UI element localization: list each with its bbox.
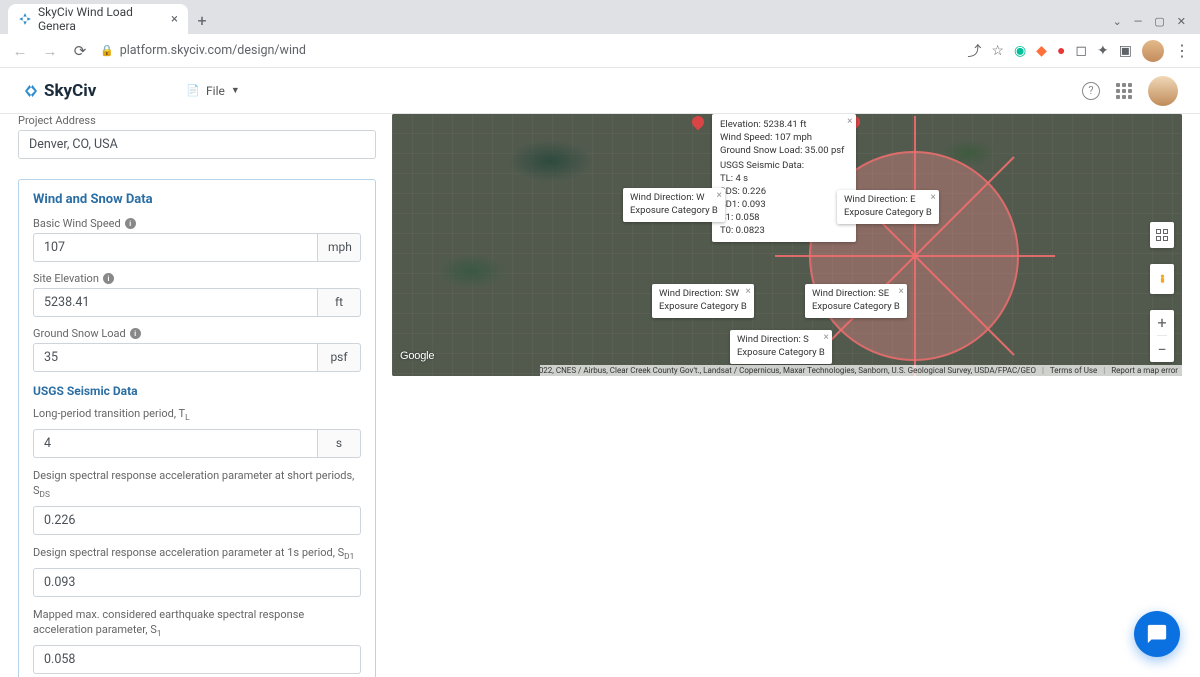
info-icon[interactable]: i xyxy=(103,273,114,284)
extension-orange-icon[interactable]: ◆ xyxy=(1036,43,1047,59)
sds-label: Design spectral response acceleration pa… xyxy=(33,468,361,502)
close-icon[interactable]: × xyxy=(847,115,852,129)
chevron-down-icon[interactable]: ⌄ xyxy=(1113,15,1122,28)
wind-speed-label: Basic Wind Speed xyxy=(33,217,121,230)
tl-label: Long-period transition period, TL xyxy=(33,406,361,425)
help-icon[interactable]: ? xyxy=(1082,82,1100,100)
address-bar[interactable]: 🔒 platform.skyciv.com/design/wind xyxy=(100,43,957,58)
project-address-input[interactable] xyxy=(18,130,376,159)
skyciv-favicon xyxy=(18,12,32,26)
google-logo: Google xyxy=(400,350,434,362)
map-type-toggle[interactable] xyxy=(1150,222,1174,248)
extension-gray-icon[interactable]: ◻ xyxy=(1075,43,1087,59)
browser-toolbar: ← → ⟳ 🔒 platform.skyciv.com/design/wind … xyxy=(0,34,1200,68)
minimize-icon[interactable]: — xyxy=(1134,15,1143,28)
maximize-icon[interactable]: ▢ xyxy=(1154,15,1164,28)
form-panel: Project Address Wind and Snow Data Basic… xyxy=(18,114,376,665)
close-icon[interactable]: × xyxy=(899,285,904,299)
s1-input[interactable] xyxy=(33,645,361,674)
panel-icon[interactable]: ▣ xyxy=(1119,43,1132,59)
browser-tab[interactable]: SkyCiv Wind Load Genera × xyxy=(8,4,188,34)
reload-button[interactable]: ⟳ xyxy=(70,42,90,60)
file-menu[interactable]: 📄 File ▼ xyxy=(186,84,239,98)
wind-snow-card: Wind and Snow Data Basic Wind Speed i mp… xyxy=(18,179,376,677)
report-map-error-link[interactable]: Report a map error xyxy=(1111,366,1178,375)
close-window-icon[interactable]: ✕ xyxy=(1177,15,1186,28)
file-label: File xyxy=(206,84,225,98)
wind-s-tooltip: × Wind Direction: SExposure Category B xyxy=(730,330,832,364)
wind-speed-input[interactable] xyxy=(33,233,317,262)
back-button[interactable]: ← xyxy=(10,42,30,60)
wind-speed-unit: mph xyxy=(317,233,361,262)
wind-e-tooltip: × Wind Direction: EExposure Category B xyxy=(837,190,939,224)
map-attribution: Keyboard shortcuts | Imagery ©2022, CNES… xyxy=(540,365,1182,376)
new-tab-button[interactable]: + xyxy=(188,6,216,34)
project-address-label: Project Address xyxy=(18,114,376,127)
site-data-tooltip: × Elevation: 5238.41 ft Wind Speed: 107 … xyxy=(712,114,856,242)
wind-w-tooltip: × Wind Direction: WExposure Category B xyxy=(623,188,725,222)
profile-avatar[interactable] xyxy=(1142,40,1164,62)
chat-fab[interactable] xyxy=(1134,611,1180,657)
lock-icon: 🔒 xyxy=(100,44,114,57)
terms-link[interactable]: Terms of Use xyxy=(1050,366,1097,375)
url-text: platform.skyciv.com/design/wind xyxy=(120,43,306,58)
seismic-title: USGS Seismic Data xyxy=(33,384,361,398)
info-icon[interactable]: i xyxy=(125,218,136,229)
elevation-unit: ft xyxy=(317,288,361,317)
skyciv-logo[interactable]: SkyCiv xyxy=(22,81,96,101)
tl-input[interactable] xyxy=(33,429,317,458)
zoom-out-button[interactable]: − xyxy=(1157,336,1166,362)
browser-titlebar: SkyCiv Wind Load Genera × + ⌄ — ▢ ✕ xyxy=(0,0,1200,34)
streetview-pegman[interactable] xyxy=(1150,264,1174,294)
close-icon[interactable]: × xyxy=(824,331,829,345)
s1-label: Mapped max. considered earthquake spectr… xyxy=(33,607,361,641)
share-icon[interactable]: ⤴ xyxy=(967,41,981,61)
close-icon[interactable]: × xyxy=(717,189,722,203)
file-icon: 📄 xyxy=(186,84,200,97)
star-icon[interactable]: ☆ xyxy=(991,43,1004,59)
elevation-input[interactable] xyxy=(33,288,317,317)
snow-unit: psf xyxy=(317,343,361,372)
logo-icon xyxy=(22,82,40,100)
chat-icon xyxy=(1146,623,1168,645)
sd1-label: Design spectral response acceleration pa… xyxy=(33,545,361,564)
extensions-puzzle-icon[interactable]: ✦ xyxy=(1097,43,1109,59)
forward-button[interactable]: → xyxy=(40,42,60,60)
wind-sw-tooltip: × Wind Direction: SWExposure Category B xyxy=(652,284,754,318)
snow-label: Ground Snow Load xyxy=(33,327,126,340)
sd1-input[interactable] xyxy=(33,568,361,597)
extension-teal-icon[interactable]: ◉ xyxy=(1014,43,1026,59)
chevron-down-icon: ▼ xyxy=(231,85,240,96)
snow-input[interactable] xyxy=(33,343,317,372)
map-view[interactable]: × Elevation: 5238.41 ft Wind Speed: 107 … xyxy=(392,114,1182,376)
window-controls: ⌄ — ▢ ✕ xyxy=(1113,15,1192,34)
card-title: Wind and Snow Data xyxy=(33,192,361,207)
apps-grid-icon[interactable] xyxy=(1116,83,1132,99)
brand-name: SkyCiv xyxy=(44,81,96,101)
user-avatar[interactable] xyxy=(1148,76,1178,106)
tl-unit: s xyxy=(317,429,361,458)
app-header: SkyCiv 📄 File ▼ ? xyxy=(0,68,1200,114)
wind-se-tooltip: × Wind Direction: SEExposure Category B xyxy=(805,284,907,318)
close-icon[interactable]: × xyxy=(746,285,751,299)
kebab-menu-icon[interactable]: ⋮ xyxy=(1174,41,1190,60)
elevation-label: Site Elevation xyxy=(33,272,99,285)
info-icon[interactable]: i xyxy=(130,328,141,339)
tab-close-icon[interactable]: × xyxy=(171,12,178,27)
zoom-controls: + − xyxy=(1150,310,1174,362)
extension-red-icon[interactable]: ● xyxy=(1057,42,1065,59)
sds-input[interactable] xyxy=(33,506,361,535)
close-icon[interactable]: × xyxy=(931,191,936,205)
tab-title: SkyCiv Wind Load Genera xyxy=(38,5,165,33)
zoom-in-button[interactable]: + xyxy=(1157,310,1166,336)
